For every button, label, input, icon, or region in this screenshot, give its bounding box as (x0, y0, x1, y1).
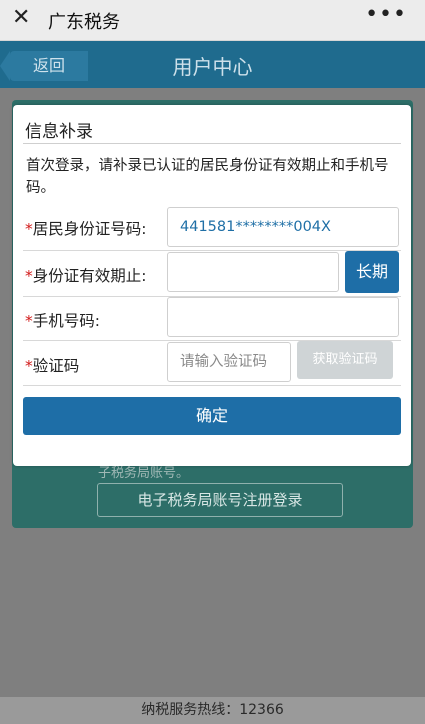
code-label: *验证码 (25, 354, 79, 376)
id-expiry-label-text: 身份证有效期止: (32, 267, 147, 285)
wechat-top-bar: ✕ 广东税务 ••• (0, 0, 425, 41)
divider (23, 143, 401, 144)
id-expiry-field[interactable] (167, 252, 339, 292)
register-login-button[interactable]: 电子税务局账号注册登录 (97, 483, 343, 517)
info-supplement-dialog: 信息补录 首次登录，请补录已认证的居民身份证有效期止和手机号码。 *居民身份证号… (13, 105, 411, 466)
hotline-footer: 纳税服务热线：12366 (0, 697, 425, 724)
phone-label-text: 手机号码: (32, 312, 100, 330)
id-number-label: *居民身份证号码: (25, 217, 146, 239)
divider (23, 385, 401, 386)
divider (23, 250, 401, 251)
dialog-description: 首次登录，请补录已认证的居民身份证有效期止和手机号码。 (26, 158, 389, 196)
required-mark: * (25, 357, 33, 375)
required-mark: * (25, 220, 33, 238)
id-expiry-label: *身份证有效期止: (25, 264, 146, 286)
confirm-button[interactable]: 确定 (23, 397, 401, 435)
long-term-button[interactable]: 长期 (345, 251, 399, 293)
phone-field[interactable] (167, 297, 399, 337)
page-header: 返回 用户中心 (0, 41, 425, 88)
code-input[interactable]: 请输入验证码 (167, 342, 291, 382)
phone-label: *手机号码: (25, 309, 100, 331)
more-options-icon[interactable]: ••• (365, 2, 407, 27)
required-mark: * (25, 267, 33, 285)
id-number-field[interactable]: 441581********004X (167, 207, 399, 247)
close-icon[interactable]: ✕ (12, 5, 30, 30)
get-code-button[interactable]: 获取验证码 (297, 341, 393, 379)
required-mark: * (25, 312, 33, 330)
page-title: 用户中心 (172, 55, 253, 79)
wechat-title: 广东税务 (48, 12, 120, 33)
id-number-label-text: 居民身份证号码: (32, 220, 147, 238)
code-label-text: 验证码 (32, 357, 80, 375)
dialog-title: 信息补录 (25, 122, 93, 142)
